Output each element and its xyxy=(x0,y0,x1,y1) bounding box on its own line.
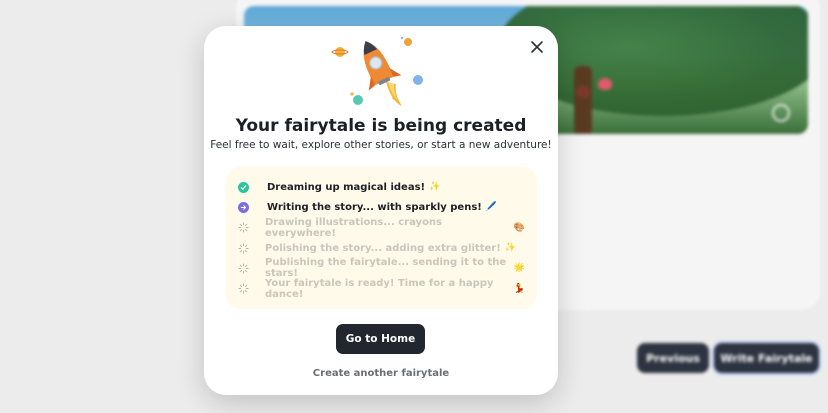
create-another-fairytale-link[interactable]: Create another fairytale xyxy=(204,368,558,379)
close-icon[interactable] xyxy=(528,38,546,56)
modal-title: Your fairytale is being created xyxy=(235,116,527,136)
step-label: Your fairytale is ready! Time for a happ… xyxy=(265,277,494,300)
spinner-icon xyxy=(238,222,249,233)
step-emoji: 🌟 xyxy=(513,263,525,274)
step-emoji: ✨ xyxy=(429,182,441,193)
step-emoji: 🖊️ xyxy=(485,202,498,213)
spinner-icon xyxy=(238,283,249,294)
step-item: Your fairytale is ready! Time for a happ… xyxy=(238,277,525,300)
step-item: Drawing illustrations... crayons everywh… xyxy=(238,216,525,239)
write-fairytale-button[interactable]: Write Fairytale xyxy=(714,343,819,373)
creation-progress-modal: Your fairytale is being created Feel fre… xyxy=(204,26,558,395)
step-label: Dreaming up magical ideas! xyxy=(267,181,426,193)
check-icon xyxy=(238,181,249,193)
step-label: Writing the story... with sparkly pens! xyxy=(267,201,482,213)
spinner-icon xyxy=(238,263,249,274)
previous-button[interactable]: Previous xyxy=(637,343,709,373)
modal-subtitle: Feel free to wait, explore other stories… xyxy=(210,139,552,151)
info-icon xyxy=(772,104,790,122)
step-label: Polishing the story... adding extra glit… xyxy=(265,242,501,254)
step-item: Publishing the fairytale... sending it t… xyxy=(238,257,525,280)
step-emoji: 💃 xyxy=(513,283,525,294)
step-item: Dreaming up magical ideas! ✨ xyxy=(238,177,525,197)
progress-steps-list: Dreaming up magical ideas! ✨ Writing the… xyxy=(226,167,537,309)
go-to-home-button[interactable]: Go to Home xyxy=(336,324,425,354)
step-label: Publishing the fairytale... sending it t… xyxy=(265,257,507,280)
step-item: Writing the story... with sparkly pens! … xyxy=(238,197,525,217)
step-emoji: 🎨 xyxy=(513,222,525,233)
step-emoji: ✨ xyxy=(504,243,516,254)
rocket-with-planets-icon xyxy=(330,32,430,112)
arrow-right-icon xyxy=(238,201,249,213)
step-item: Polishing the story... adding extra glit… xyxy=(238,238,525,258)
spinner-icon xyxy=(238,242,249,254)
step-label: Drawing illustrations... crayons everywh… xyxy=(265,216,443,239)
